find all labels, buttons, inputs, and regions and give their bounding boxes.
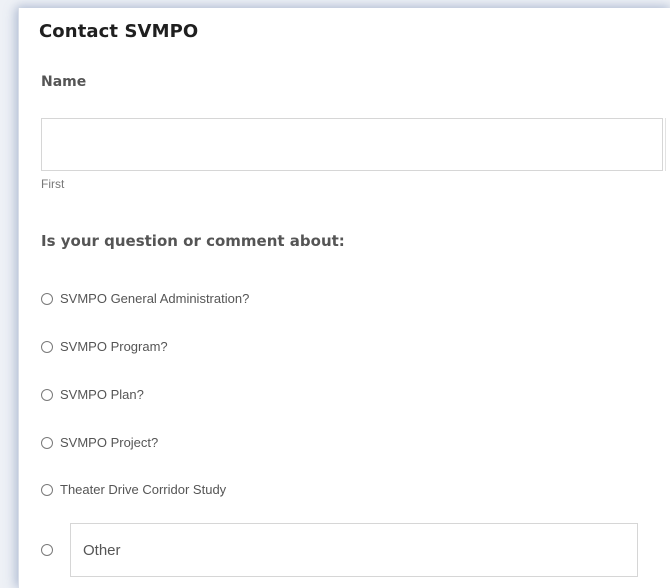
option-label: SVMPO Program?: [60, 339, 168, 354]
radio-button[interactable]: [41, 436, 53, 449]
radio-button[interactable]: [41, 340, 53, 353]
option-label: SVMPO Project?: [60, 435, 159, 450]
option-program[interactable]: SVMPO Program?: [41, 339, 168, 354]
form-title: Contact SVMPO: [39, 21, 199, 42]
radio-button[interactable]: [41, 483, 53, 496]
radio-button[interactable]: [41, 544, 53, 556]
option-plan[interactable]: SVMPO Plan?: [41, 387, 144, 402]
option-label: Theater Drive Corridor Study: [60, 482, 227, 497]
radio-button[interactable]: [41, 388, 53, 401]
first-name-sublabel: First: [41, 177, 65, 191]
option-other[interactable]: [41, 544, 60, 556]
first-name-input[interactable]: [41, 118, 663, 171]
last-name-input-edge[interactable]: [665, 118, 670, 171]
option-theater-drive-corridor-study[interactable]: Theater Drive Corridor Study: [41, 482, 226, 497]
option-label: SVMPO Plan?: [60, 387, 144, 402]
option-general-administration[interactable]: SVMPO General Administration?: [41, 291, 249, 306]
option-label: SVMPO General Administration?: [60, 291, 250, 306]
radio-button[interactable]: [41, 292, 53, 305]
other-text-input[interactable]: [70, 523, 638, 577]
topic-question: Is your question or comment about:: [41, 232, 345, 250]
option-project[interactable]: SVMPO Project?: [41, 435, 158, 450]
contact-form-card: Contact SVMPO Name First Is your questio…: [18, 8, 670, 588]
name-label: Name: [41, 74, 87, 90]
